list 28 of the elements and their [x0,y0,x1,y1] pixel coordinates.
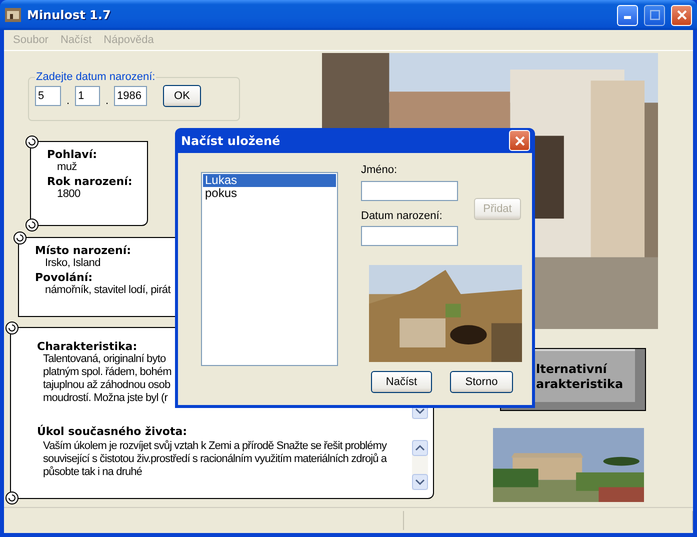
date-separator: . [65,95,71,107]
info-value: 1800 [56,188,82,200]
load-button[interactable]: Načíst [371,371,432,393]
year-field[interactable]: 1986 [114,86,147,106]
month-field[interactable]: 1 [75,86,100,106]
text-line: platným spol. řádem, bohém [42,366,172,379]
date-separator: . [104,95,110,107]
info-value: Irsko, Island [44,257,102,269]
cancel-button[interactable]: Storno [450,371,513,393]
saved-list[interactable]: Lukas pokus [201,172,338,366]
window-title: Minulost 1.7 [27,8,112,22]
info-heading: Povolání: [35,271,94,284]
info-value: muž [56,161,78,173]
info-heading: Úkol současného života: [37,425,188,438]
text-line: moudrostí. Možna jste byl (r [42,392,169,405]
text-line: Talentovaná, originalní byto [42,353,167,366]
info-heading: Pohlaví: [47,148,98,161]
list-item[interactable]: Lukas [203,174,336,187]
task-text: Vaším úkolem je rozvíjet svůj vztah k Zemi a přírodě Snažte se řešit problémy související s čistotou živ.prostředí s racionálním využitím materiálních zdrojů a působte tak i na druhé [42,440,388,480]
info-heading: Místo narození: [35,244,132,257]
group-legend: Zadejte datum narození: [35,71,156,83]
list-item[interactable]: pokus [203,187,336,200]
info-heading: Rok narození: [47,175,134,188]
ok-button[interactable]: OK [163,85,201,107]
day-field[interactable]: 5 [35,86,61,106]
info-heading: Charakteristika: [37,340,138,353]
dialog-title: Načíst uložené [181,134,280,148]
info-value: námořník, stavitel lodí, pirát [44,284,172,296]
